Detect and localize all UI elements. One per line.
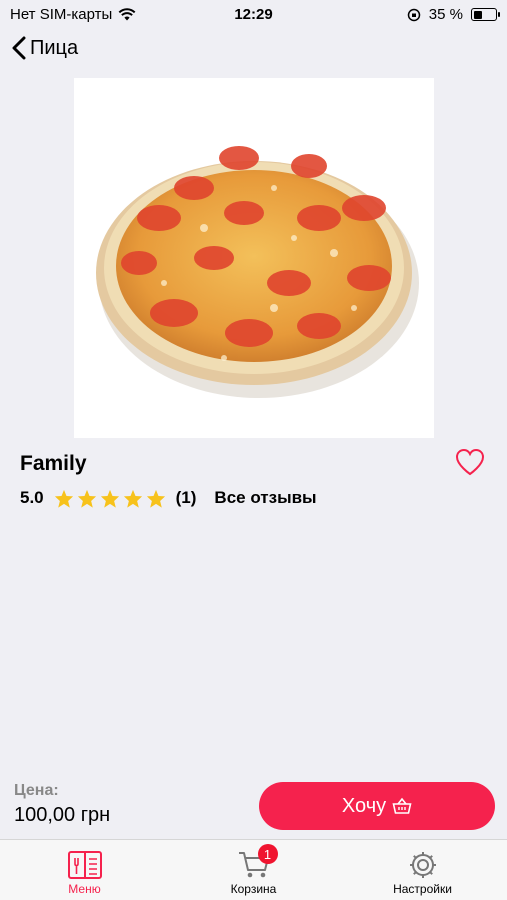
price-value: 100,00 грн bbox=[14, 804, 111, 826]
tab-settings-label: Настройки bbox=[393, 882, 452, 896]
battery-fill bbox=[473, 10, 482, 19]
tab-cart-label: Корзина bbox=[230, 882, 277, 896]
review-count: (1) bbox=[175, 488, 197, 507]
rating-row: 5.0 (1) Все отзывы bbox=[20, 488, 317, 508]
tab-menu-label: Меню bbox=[68, 882, 101, 896]
star-icon bbox=[77, 489, 96, 508]
battery-percent: 35 % bbox=[428, 6, 463, 23]
battery-icon bbox=[471, 8, 500, 21]
orientation-lock-icon bbox=[407, 8, 421, 21]
tab-cart[interactable]: 1 Корзина bbox=[169, 840, 338, 900]
tab-settings[interactable]: Настройки bbox=[338, 840, 507, 900]
cart-badge: 1 bbox=[257, 844, 278, 864]
nav-title: Пица bbox=[30, 36, 79, 59]
cta-label: Хочу bbox=[341, 794, 387, 817]
star-icon bbox=[146, 489, 165, 508]
tab-menu[interactable]: Меню bbox=[0, 840, 169, 900]
chevron-left-icon bbox=[12, 36, 26, 60]
favorite-button[interactable] bbox=[455, 448, 485, 481]
rating-value: 5.0 bbox=[20, 488, 44, 507]
star-rating bbox=[54, 489, 166, 508]
star-icon bbox=[54, 489, 73, 508]
menu-book-icon bbox=[67, 851, 102, 879]
back-button[interactable]: Пица bbox=[12, 36, 78, 60]
pizza-photo bbox=[74, 78, 434, 438]
tab-bar: Меню 1 Корзина Настройки bbox=[0, 839, 507, 900]
price-label: Цена: bbox=[14, 782, 59, 799]
heart-icon bbox=[455, 448, 485, 476]
product-name: Family bbox=[20, 452, 87, 475]
basket-icon bbox=[392, 797, 412, 814]
all-reviews-link[interactable]: Все отзывы bbox=[214, 488, 316, 508]
star-icon bbox=[123, 489, 142, 508]
star-icon bbox=[100, 489, 119, 508]
status-bar: Нет SIM-карты 12:29 35 % bbox=[0, 0, 507, 30]
gear-icon bbox=[409, 852, 436, 878]
add-to-cart-button[interactable]: Хочу bbox=[259, 782, 495, 830]
status-right: 35 % bbox=[407, 6, 500, 23]
